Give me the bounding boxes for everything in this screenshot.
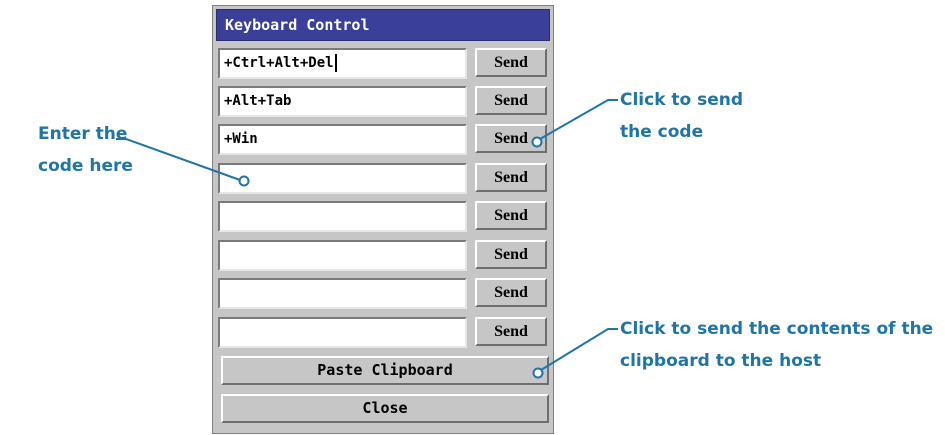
leader-line-enter-code: [116, 138, 241, 181]
callout-leader-lines: [116, 99, 618, 379]
leader-dot-paste: [532, 367, 544, 379]
leader-line-send: [539, 99, 618, 140]
leader-dot-enter-code: [238, 175, 250, 187]
leader-line-paste: [540, 328, 618, 371]
leader-dot-send: [531, 136, 543, 148]
